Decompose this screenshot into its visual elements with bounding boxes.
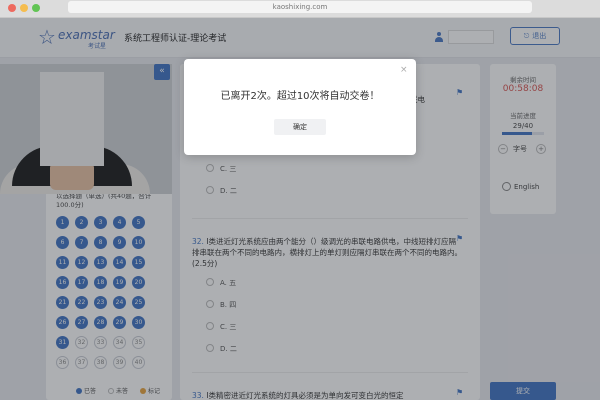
warning-dialog: × 已离开2次。超过10次将自动交卷！ 确定 [184,59,416,155]
close-icon[interactable]: × [400,65,408,75]
dialog-message: 已离开2次。超过10次将自动交卷！ [220,91,380,102]
close-window-dot[interactable] [8,4,16,12]
address-bar[interactable]: kaoshixing.com [68,1,532,13]
confirm-button[interactable]: 确定 [274,119,326,135]
minimize-window-dot[interactable] [20,4,28,12]
maximize-window-dot[interactable] [32,4,40,12]
browser-chrome: kaoshixing.com [0,0,600,18]
